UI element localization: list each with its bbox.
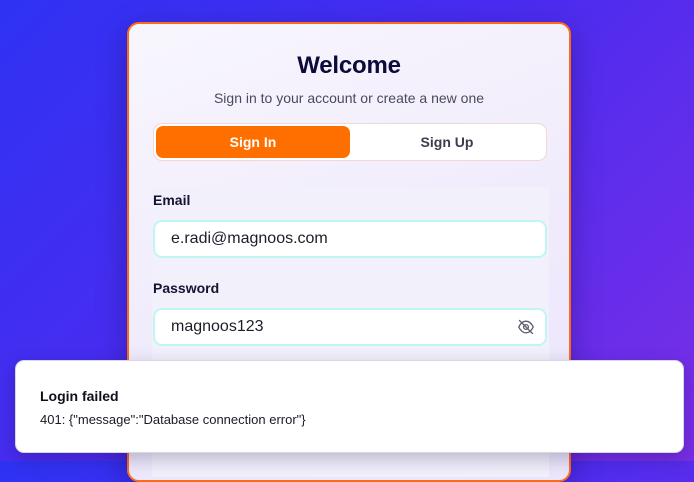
page-subtitle: Sign in to your account or create a new …: [213, 90, 485, 106]
email-label: Email: [153, 192, 191, 208]
toast-title: Login failed: [40, 388, 119, 404]
password-value: magnoos123: [171, 318, 264, 335]
password-label: Password: [153, 280, 220, 296]
auth-tabs: Sign In Sign Up: [153, 123, 547, 161]
tab-sign-in[interactable]: Sign In: [156, 126, 350, 158]
email-value: e.radi@magnoos.com: [171, 230, 328, 247]
page-title: Welcome: [297, 52, 401, 79]
error-toast: Login failed 401: {"message":"Database c…: [15, 360, 684, 453]
eye-off-icon[interactable]: [517, 319, 535, 335]
email-field[interactable]: e.radi@magnoos.com: [153, 220, 547, 258]
toast-message: 401: {"message":"Database connection err…: [40, 412, 306, 427]
password-field[interactable]: magnoos123: [153, 308, 547, 346]
tab-sign-up[interactable]: Sign Up: [350, 126, 544, 158]
